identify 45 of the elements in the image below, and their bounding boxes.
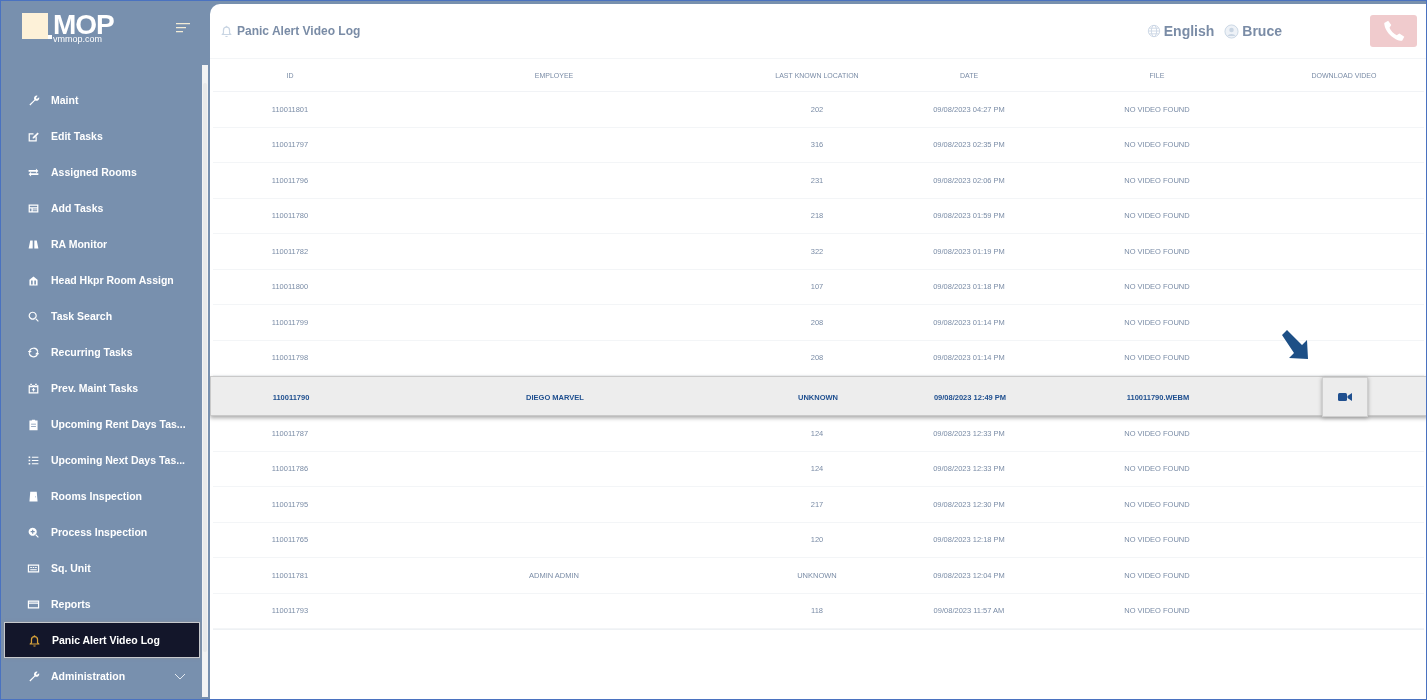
table-icon	[27, 201, 40, 215]
search-icon	[27, 309, 40, 323]
user-menu[interactable]: Bruce	[1224, 23, 1282, 39]
sidebar-item[interactable]: Process Inspection	[1, 514, 201, 550]
sidebar-item[interactable]: Head Hkpr Room Assign	[1, 262, 201, 298]
logo-text: MOP	[53, 12, 114, 37]
user-avatar-icon	[1224, 23, 1240, 39]
door-icon	[27, 489, 40, 503]
calendar-icon	[27, 381, 40, 395]
sidebar-item[interactable]: Administration	[1, 658, 201, 694]
sidebar-item[interactable]: Reports	[1, 586, 201, 622]
sidebar-item[interactable]: Panic Alert Video Log	[4, 622, 200, 658]
wrench-icon	[27, 93, 40, 107]
sidebar-item[interactable]: Recurring Tasks	[1, 334, 201, 370]
globe-icon	[1146, 24, 1161, 38]
sidebar-item[interactable]: Sq. Unit	[1, 550, 201, 586]
wrench-icon	[27, 669, 40, 683]
sidebar-item[interactable]: Maint	[1, 82, 201, 118]
download-video-button[interactable]	[1322, 377, 1368, 417]
zoom-in-icon	[27, 525, 40, 539]
card-icon	[27, 597, 40, 611]
menu-icon[interactable]	[176, 23, 190, 33]
sidebar-item[interactable]: Task Search	[1, 298, 201, 334]
phone-button[interactable]	[1370, 15, 1417, 47]
building-icon	[27, 273, 40, 287]
bell-icon	[220, 24, 233, 38]
sidebar-item[interactable]: Assigned Rooms	[1, 154, 201, 190]
binoculars-icon	[27, 237, 40, 251]
sidebar-item[interactable]: Upcoming Next Days Tas...	[1, 442, 201, 478]
list-icon	[27, 453, 40, 467]
sidebar-item[interactable]: Add Tasks	[1, 190, 201, 226]
video-camera-icon	[1338, 392, 1352, 402]
sidebar-item[interactable]: Upcoming Rent Days Tas...	[1, 406, 201, 442]
sidebar-item[interactable]: Prev. Maint Tasks	[1, 370, 201, 406]
sidebar-item[interactable]: RA Monitor	[1, 226, 201, 262]
bell-icon	[28, 633, 41, 647]
logo-url: vmmop.com	[53, 34, 102, 44]
refresh-icon	[27, 345, 40, 359]
logo-mark-icon	[22, 12, 52, 39]
keyboard-icon	[27, 561, 40, 575]
sidebar-item[interactable]: Rooms Inspection	[1, 478, 201, 514]
clipboard-icon	[27, 417, 40, 431]
language-selector[interactable]: English	[1146, 23, 1215, 39]
page-title: Panic Alert Video Log	[237, 24, 361, 38]
sidebar-item[interactable]: Edit Tasks	[1, 118, 201, 154]
